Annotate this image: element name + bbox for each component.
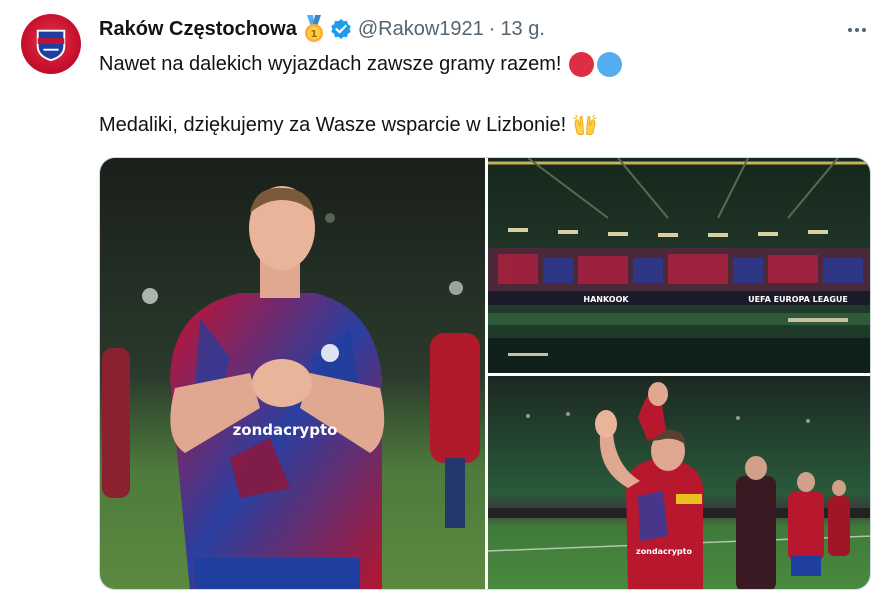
red-circle-icon — [569, 51, 595, 77]
profile-avatar[interactable] — [21, 14, 81, 74]
club-crest-icon — [36, 29, 66, 62]
svg-text:1: 1 — [310, 29, 317, 40]
more-options-icon[interactable] — [842, 18, 872, 42]
stadium-stands-photo[interactable]: HANKOOK UEFA EUROPA LEAGUE — [488, 158, 870, 373]
user-handle[interactable]: @Rakow1921 — [358, 18, 484, 41]
medal-icon: 1 — [302, 15, 326, 43]
verified-badge-icon[interactable] — [330, 18, 352, 40]
jersey-sponsor-text: zondacrypto — [233, 421, 338, 439]
separator-dot: · — [488, 17, 496, 40]
tweet-text-line-2: Medaliki, dziękujemy za Wasze wsparcie w… — [99, 110, 598, 140]
tweet-header: Raków Częstochowa 1 @Rakow1921 · 13 g. — [99, 14, 545, 44]
tweet-text: Nawet na dalekich wyjazdach zawsze gramy… — [99, 52, 562, 75]
player-applauding-photo[interactable]: zondacrypto — [100, 158, 485, 589]
jersey-sponsor-text: zondacrypto — [636, 547, 692, 556]
players-applauding-fans-photo[interactable]: zondacrypto — [488, 376, 870, 589]
raising-hands-icon — [572, 112, 598, 138]
blue-circle-icon — [597, 51, 623, 77]
ad-board-right-text: UEFA EUROPA LEAGUE — [748, 295, 848, 304]
display-name[interactable]: Raków Częstochowa — [99, 18, 297, 41]
tweet-timestamp[interactable]: 13 g. — [500, 18, 544, 41]
tweet-text-line-1: Nawet na dalekich wyjazdach zawsze gramy… — [99, 49, 623, 79]
tweet-text: Medaliki, dziękujemy za Wasze wsparcie w… — [99, 113, 567, 136]
media-grid: zondacrypto HANKOOK UEFA EUROPA LEAGUE z… — [99, 157, 871, 590]
ad-board-left-text: HANKOOK — [583, 295, 629, 304]
